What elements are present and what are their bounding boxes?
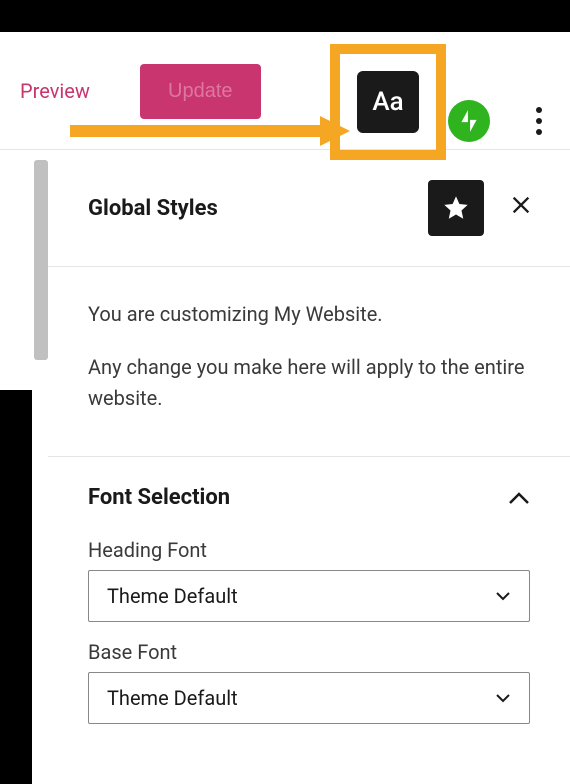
chevron-down-icon bbox=[495, 591, 511, 601]
base-font-value: Theme Default bbox=[107, 686, 495, 710]
base-font-select[interactable]: Theme Default bbox=[88, 672, 530, 724]
intro-text-2: Any change you make here will apply to t… bbox=[88, 352, 530, 414]
aa-icon: Aa bbox=[372, 87, 403, 117]
jetpack-icon bbox=[456, 108, 482, 134]
toolbar: Preview Update Aa bbox=[0, 32, 570, 150]
more-menu-button[interactable] bbox=[536, 102, 542, 140]
panel-header: Global Styles bbox=[48, 150, 570, 267]
font-selection-title: Font Selection bbox=[88, 485, 508, 510]
heading-font-select[interactable]: Theme Default bbox=[88, 570, 530, 622]
close-icon bbox=[510, 194, 532, 216]
canvas-edge bbox=[0, 390, 32, 784]
preview-link[interactable]: Preview bbox=[20, 79, 90, 103]
base-font-label: Base Font bbox=[88, 640, 530, 664]
heading-font-label: Heading Font bbox=[88, 538, 530, 562]
global-styles-panel: Global Styles You are customizing My Web… bbox=[48, 150, 570, 784]
panel-intro: You are customizing My Website. Any chan… bbox=[48, 267, 570, 457]
scrollbar-thumb[interactable] bbox=[34, 160, 48, 360]
star-icon bbox=[442, 194, 470, 222]
update-button[interactable]: Update bbox=[140, 64, 261, 119]
panel-title: Global Styles bbox=[88, 196, 428, 221]
global-styles-button[interactable]: Aa bbox=[357, 71, 419, 133]
chevron-up-icon bbox=[508, 491, 530, 505]
annotation-arrow bbox=[70, 116, 350, 156]
font-selection-header[interactable]: Font Selection bbox=[48, 457, 570, 538]
top-black-bar bbox=[0, 0, 570, 32]
close-button[interactable] bbox=[502, 186, 540, 231]
main-area: Global Styles You are customizing My Web… bbox=[0, 150, 570, 784]
left-gutter bbox=[0, 150, 48, 784]
chevron-down-icon bbox=[495, 693, 511, 703]
star-button[interactable] bbox=[428, 180, 484, 236]
intro-text-1: You are customizing My Website. bbox=[88, 299, 530, 330]
font-selection-body: Heading Font Theme Default Base Font The… bbox=[48, 538, 570, 754]
jetpack-badge[interactable] bbox=[448, 100, 490, 142]
heading-font-value: Theme Default bbox=[107, 584, 495, 608]
